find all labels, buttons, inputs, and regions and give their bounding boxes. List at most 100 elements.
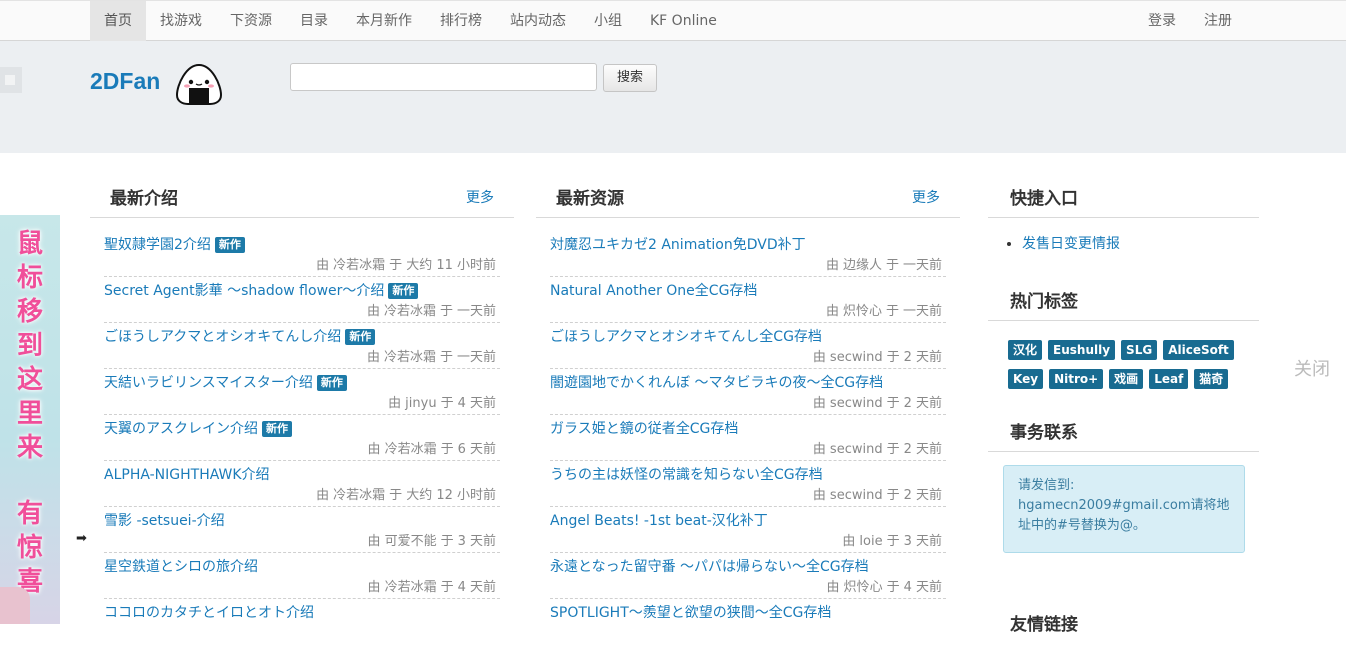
list-item: 星空鉄道とシロの旅介绍 由冷若冰霜于 4 天前: [104, 553, 500, 599]
search-input[interactable]: [290, 63, 597, 91]
tag-item[interactable]: Eushully: [1048, 340, 1116, 360]
list-item: 永遠となった留守番 ～パパは帰らない～全CG存档 由炽怜心于 4 天前: [550, 553, 946, 599]
entry-meta: 由炽怜心于一天前: [825, 304, 942, 319]
tag-item[interactable]: 猫奇: [1194, 369, 1229, 389]
latest-intro-header: 最新介绍 更多: [90, 175, 514, 218]
entry-link[interactable]: Secret Agent影華 ～shadow flower～介绍 新作: [104, 280, 419, 300]
list-item: 天結いラビリンスマイスター介绍 新作 由 jinyu 于 4 天前: [104, 369, 500, 415]
new-badge: 新作: [316, 375, 347, 391]
tag-item[interactable]: Leaf: [1149, 369, 1189, 389]
latest-resources-list: 対魔忍ユキカゼ2 Animation免DVD补丁 由边缘人于一天前 Natura…: [550, 231, 946, 645]
release-date-changes-link[interactable]: 发售日变更情报: [1022, 236, 1120, 252]
contact-notice: 请发信到: hgamecn2009#gmail.com请将地址中的#号替换为@。: [1003, 465, 1245, 553]
entry-meta: 由冷若冰霜于大约 12 小时前: [316, 488, 496, 503]
entry-meta: 由 secwind 于 2 天前: [812, 396, 942, 411]
nav-catalog[interactable]: 目录: [286, 1, 342, 41]
entry-meta: 由 secwind 于 2 天前: [812, 350, 942, 365]
contact-header: 事务联系: [988, 409, 1259, 452]
entry-link[interactable]: 星空鉄道とシロの旅介绍: [104, 556, 258, 576]
list-item: ALPHA-NIGHTHAWK介绍 由冷若冰霜于大约 12 小时前: [104, 461, 500, 507]
nav-monthly-new[interactable]: 本月新作: [342, 1, 426, 41]
nav-kf-online[interactable]: KF Online: [636, 1, 731, 41]
list-item: ガラス姫と鏡の従者全CG存档 由 secwind 于 2 天前: [550, 415, 946, 461]
quick-link-item: 发售日变更情报: [1022, 233, 1120, 253]
entry-meta: 由可爱不能于 3 天前: [367, 534, 496, 549]
nav-activity[interactable]: 站内动态: [496, 1, 580, 41]
nav-downloads[interactable]: 下资源: [216, 1, 286, 41]
latest-intro-list: 聖奴隷学園2介绍 新作 由冷若冰霜于大约 11 小时前 Secret Agent影…: [104, 231, 500, 645]
right-sidebar: 快捷入口 发售日变更情报 热门标签 汉化EushullySLGAliceSoft…: [988, 153, 1259, 635]
top-navbar: 首页 找游戏 下资源 目录 本月新作 排行榜 站内动态 小组 KF Online…: [0, 0, 1346, 41]
latest-intro-more-link[interactable]: 更多: [466, 187, 494, 207]
ad-decoration: [0, 587, 30, 624]
entry-link[interactable]: ガラス姫と鏡の従者全CG存档: [550, 418, 738, 438]
entry-link[interactable]: うちの主は妖怪の常識を知らない全CG存档: [550, 464, 823, 484]
ad-text-bottom: 有惊喜: [16, 499, 43, 597]
list-item: Secret Agent影華 ～shadow flower～介绍 新作 由冷若冰霜…: [104, 277, 500, 323]
latest-resources-more-link[interactable]: 更多: [912, 187, 940, 207]
entry-link[interactable]: 闇遊園地でかくれんぼ ～マタビラキの夜～全CG存档: [550, 372, 883, 392]
entry-link[interactable]: ココロのカタチとイロとオト介绍: [104, 602, 314, 622]
nav-home[interactable]: 首页: [90, 1, 146, 41]
list-item: 天翼のアスクレイン介绍 新作 由冷若冰霜于 6 天前: [104, 415, 500, 461]
entry-meta: 由 jinyu 于 4 天前: [388, 396, 496, 411]
collapsed-widget-icon[interactable]: [0, 67, 22, 93]
floating-ad-banner[interactable]: 鼠标移到这里来 有惊喜: [0, 215, 60, 624]
entry-meta: 由冷若冰霜于一天前: [366, 350, 496, 365]
nav-find-games[interactable]: 找游戏: [146, 1, 216, 41]
entry-meta: 由 secwind 于 2 天前: [812, 488, 942, 503]
entry-link[interactable]: ごほうしアクマとオシオキてんし全CG存档: [550, 326, 822, 346]
entry-meta: 由炽怜心于 4 天前: [826, 580, 942, 595]
nav-groups[interactable]: 小组: [580, 1, 636, 41]
entry-meta: 由冷若冰霜于 4 天前: [367, 580, 496, 595]
list-item: 聖奴隷学園2介绍 新作 由冷若冰霜于大约 11 小时前: [104, 231, 500, 277]
nav-ranking[interactable]: 排行榜: [426, 1, 496, 41]
entry-link[interactable]: 聖奴隷学園2介绍 新作: [104, 234, 245, 254]
tag-item[interactable]: SLG: [1121, 340, 1158, 360]
list-item: ごほうしアクマとオシオキてんし全CG存档 由 secwind 于 2 天前: [550, 323, 946, 369]
tag-item[interactable]: AliceSoft: [1163, 340, 1234, 360]
entry-link[interactable]: ALPHA-NIGHTHAWK介绍: [104, 464, 270, 484]
new-badge: 新作: [388, 283, 419, 299]
tag-item[interactable]: 戏画: [1109, 369, 1144, 389]
latest-resources-title: 最新资源: [556, 189, 624, 209]
close-ad-button[interactable]: 关闭: [1294, 355, 1330, 381]
entry-link[interactable]: Angel Beats! -1st beat-汉化补丁: [550, 510, 768, 530]
entry-link[interactable]: 雪影 -setsuei-介绍: [104, 510, 225, 530]
list-item: ごほうしアクマとオシオキてんし介绍 新作 由冷若冰霜于一天前: [104, 323, 500, 369]
search-button[interactable]: 搜索: [603, 64, 657, 92]
login-link[interactable]: 登录: [1134, 1, 1190, 41]
tag-item[interactable]: Key: [1008, 369, 1044, 389]
entry-meta: 由冷若冰霜于大约 11 小时前: [316, 258, 496, 273]
onigiri-mascot-icon[interactable]: [174, 63, 224, 105]
friend-links-header: 友情链接: [988, 601, 1259, 643]
list-item: 闇遊園地でかくれんぼ ～マタビラキの夜～全CG存档 由 secwind 于 2 天前: [550, 369, 946, 415]
arrow-right-icon: ➡: [76, 531, 87, 546]
account-nav: 登录 注册: [1134, 1, 1246, 41]
site-logo-text[interactable]: 2DFan: [90, 68, 160, 95]
new-badge: 新作: [345, 329, 376, 345]
register-link[interactable]: 注册: [1190, 1, 1246, 41]
list-item: ココロのカタチとイロとオト介绍: [104, 599, 500, 645]
list-item: Natural Another One全CG存档 由炽怜心于一天前: [550, 277, 946, 323]
entry-link[interactable]: 天翼のアスクレイン介绍 新作: [104, 418, 292, 438]
hot-tags-title: 热门标签: [1010, 292, 1078, 312]
list-item: SPOTLIGHT～羨望と欲望の狭間～全CG存档: [550, 599, 946, 645]
entry-link[interactable]: Natural Another One全CG存档: [550, 280, 757, 300]
site-header: 2DFan 搜索: [0, 41, 1346, 153]
entry-link[interactable]: ごほうしアクマとオシオキてんし介绍 新作: [104, 326, 376, 346]
tag-item[interactable]: 汉化: [1008, 340, 1043, 360]
tag-item[interactable]: Nitro+: [1049, 369, 1104, 389]
entry-link[interactable]: SPOTLIGHT～羨望と欲望の狭間～全CG存档: [550, 602, 831, 622]
entry-link[interactable]: 永遠となった留守番 ～パパは帰らない～全CG存档: [550, 556, 869, 576]
entry-link[interactable]: 対魔忍ユキカゼ2 Animation免DVD补丁: [550, 234, 806, 254]
list-item: 雪影 -setsuei-介绍 由可爱不能于 3 天前: [104, 507, 500, 553]
list-item: Angel Beats! -1st beat-汉化补丁 由 loie 于 3 天前: [550, 507, 946, 553]
contact-title: 事务联系: [1010, 423, 1078, 443]
hot-tags-header: 热门标签: [988, 278, 1259, 321]
entry-link[interactable]: 天結いラビリンスマイスター介绍 新作: [104, 372, 347, 392]
latest-resources-header: 最新资源 更多: [536, 175, 960, 218]
quick-access-header: 快捷入口: [988, 175, 1259, 218]
new-badge: 新作: [214, 237, 245, 253]
latest-intro-panel: 最新介绍 更多 聖奴隷学園2介绍 新作 由冷若冰霜于大约 11 小时前 Secre…: [90, 153, 514, 624]
